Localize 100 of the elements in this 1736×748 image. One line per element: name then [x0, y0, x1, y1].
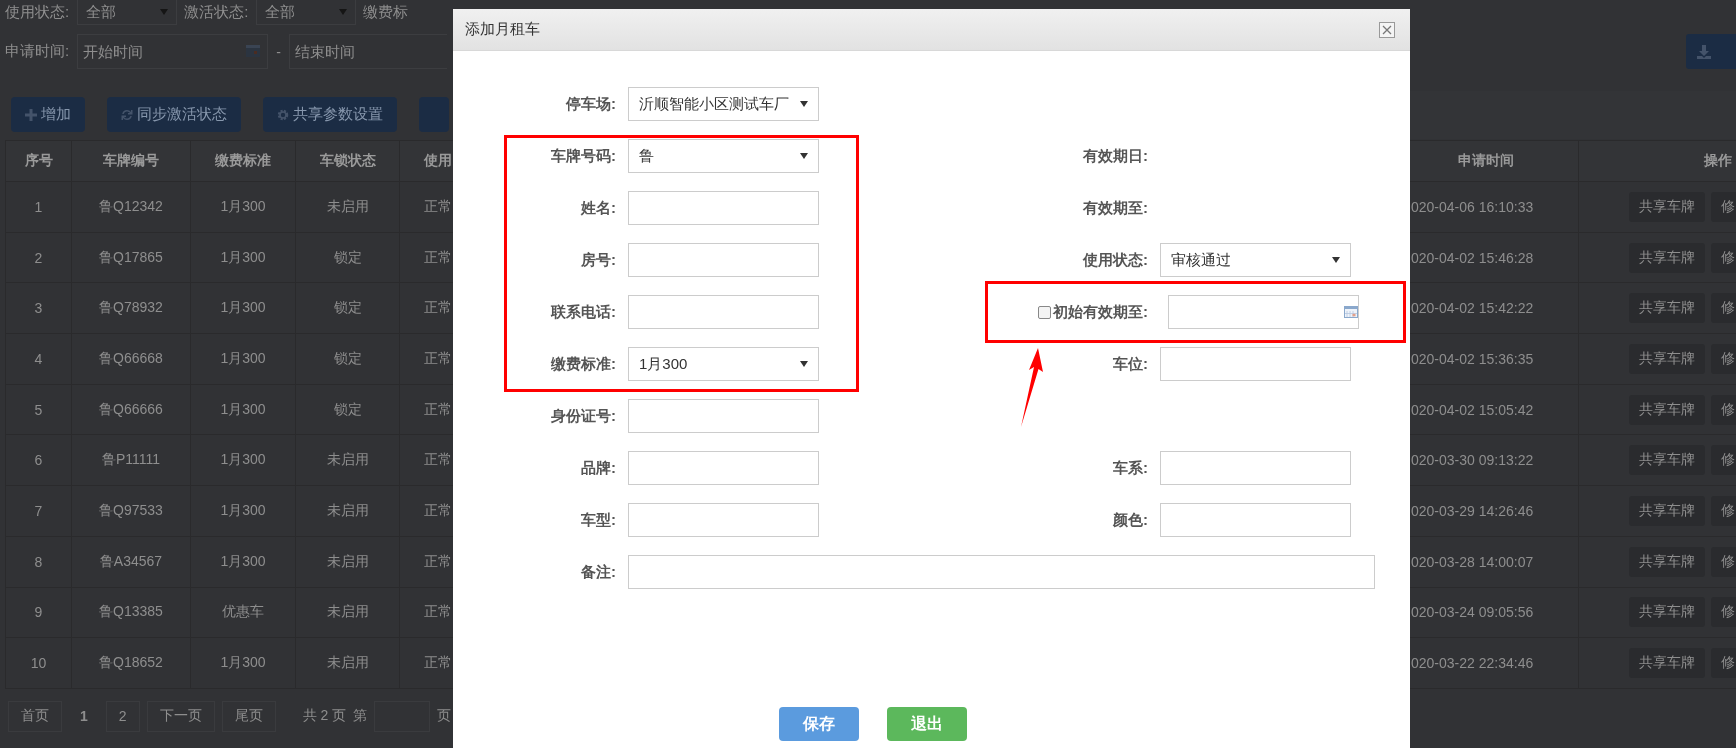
calendar-icon: [1344, 306, 1358, 318]
row-action-button[interactable]: 共享车牌: [1629, 546, 1705, 577]
table-cell: 1月300: [191, 486, 296, 536]
table-cell-text: 正常: [423, 247, 453, 267]
checkbox[interactable]: [1038, 305, 1051, 319]
filter-label: 缴费标: [362, 3, 410, 22]
table-cell: 鲁Q17865: [72, 232, 191, 283]
table-cell: 鲁A34567: [72, 536, 191, 587]
row-action-button[interactable]: 共享车牌: [1629, 445, 1705, 476]
refresh-icon: [121, 108, 133, 121]
table-cell: 鲁Q97533: [72, 486, 191, 536]
table-cell: 6: [6, 435, 72, 486]
page-button[interactable]: 1: [69, 700, 99, 732]
page-total: 共 2 页: [302, 707, 347, 726]
column-header: 操作: [1703, 151, 1733, 170]
row-action-button[interactable]: 修: [1711, 293, 1736, 324]
row-action-button[interactable]: 共享车牌: [1629, 293, 1705, 324]
row-action-button[interactable]: 修: [1711, 495, 1736, 526]
row-action-button[interactable]: 修: [1711, 445, 1736, 476]
notes-field[interactable]: [628, 555, 1375, 589]
table-cell-text: 正常: [423, 196, 453, 216]
column-header: 序号: [6, 141, 72, 181]
page-button[interactable]: 2: [105, 700, 140, 732]
caret-icon: [800, 361, 808, 367]
table-cell: 8: [6, 536, 72, 587]
field-label: 身份证号:: [551, 406, 616, 426]
row-action-button[interactable]: 共享车牌: [1629, 242, 1705, 273]
field-label: 房号:: [581, 250, 616, 270]
toolbar-button[interactable]: 增加: [11, 97, 85, 132]
table-cell: 优惠车: [191, 587, 296, 638]
export-button[interactable]: [1686, 34, 1736, 69]
table-cell: 1月300: [191, 232, 296, 283]
column-header: 车锁状态: [296, 141, 400, 181]
close-icon[interactable]: [1379, 21, 1395, 38]
text-field[interactable]: [1160, 451, 1351, 485]
table-cell: 4: [6, 334, 72, 384]
table-cell: 未启用: [296, 182, 400, 232]
filter-dropdown[interactable]: 全部: [77, 0, 178, 25]
dialog-button[interactable]: 保存: [779, 707, 859, 741]
row-action-button[interactable]: 修: [1711, 242, 1736, 273]
row-action-button[interactable]: 共享车牌: [1629, 191, 1705, 222]
dropdown[interactable]: 沂顺智能小区测试车厂: [628, 87, 819, 121]
table-cell: 鲁Q12342: [72, 182, 191, 232]
table-cell: 1: [6, 182, 72, 232]
caret-icon: [800, 101, 808, 107]
row-action-button[interactable]: 共享车牌: [1629, 648, 1705, 679]
table-cell-text: 正常: [423, 551, 453, 571]
table-cell-text: 正常: [423, 653, 453, 673]
field-label: 初始有效期至:: [1053, 302, 1148, 322]
text-field[interactable]: [628, 399, 819, 433]
filter-label: 使用状态:: [4, 3, 71, 22]
field-label: 车系:: [1113, 458, 1148, 478]
table-cell: 锁定: [296, 384, 400, 435]
start-date-field[interactable]: 开始时间: [77, 34, 269, 69]
toolbar-button[interactable]: 共享参数设置: [263, 97, 397, 132]
text-field[interactable]: [628, 243, 819, 277]
first-page-button[interactable]: 首页: [8, 700, 62, 732]
gear-icon: [277, 108, 289, 121]
caret-icon: [1332, 257, 1340, 263]
dropdown[interactable]: 审核通过: [1160, 243, 1351, 277]
range-separator: -: [276, 43, 281, 60]
field-label: 备注:: [581, 562, 616, 582]
date-field[interactable]: [1168, 295, 1359, 329]
text-field[interactable]: [1160, 347, 1351, 381]
field-label: 有效期日:: [1083, 146, 1148, 166]
table-cell: 9: [6, 587, 72, 638]
table-cell: 未启用: [296, 536, 400, 587]
table-cell: 1月300: [191, 638, 296, 688]
field-label: 使用状态:: [1083, 250, 1148, 270]
dialog-button[interactable]: 退出: [887, 707, 967, 741]
row-action-button[interactable]: 修: [1711, 394, 1736, 425]
end-date-field[interactable]: 结束时间: [288, 34, 447, 69]
filter-label: 申请时间:: [4, 42, 71, 61]
text-field[interactable]: [1160, 503, 1351, 537]
dropdown[interactable]: 鲁: [628, 139, 819, 173]
field-label: 姓名:: [581, 198, 616, 218]
row-action-button[interactable]: 共享车牌: [1629, 495, 1705, 526]
text-field[interactable]: [628, 451, 819, 485]
row-action-button[interactable]: 共享车牌: [1629, 597, 1705, 628]
row-action-button[interactable]: 修: [1711, 191, 1736, 222]
calendar-icon: [246, 45, 261, 57]
table-cell-text: 正常: [423, 348, 453, 368]
row-action-button[interactable]: 共享车牌: [1629, 394, 1705, 425]
row-action-button[interactable]: 修: [1711, 343, 1736, 374]
next-page-button[interactable]: 下一页: [146, 700, 215, 732]
dropdown[interactable]: 1月300: [628, 347, 819, 381]
text-field[interactable]: [628, 295, 819, 329]
row-action-button[interactable]: 共享车牌: [1629, 343, 1705, 374]
table-cell: 鲁Q66666: [72, 384, 191, 435]
last-page-button[interactable]: 尾页: [221, 700, 276, 732]
filter-dropdown[interactable]: 全部: [256, 0, 357, 25]
row-action-button[interactable]: 修: [1711, 597, 1736, 628]
row-action-button[interactable]: 修: [1711, 648, 1736, 679]
toolbar-button[interactable]: 同步激活状态: [107, 97, 241, 132]
goto-label: 页: [437, 707, 452, 726]
text-field[interactable]: [628, 191, 819, 225]
table-cell-text: 正常: [423, 450, 453, 470]
text-field[interactable]: [628, 503, 819, 537]
row-action-button[interactable]: 修: [1711, 546, 1736, 577]
field-label: 颜色:: [1113, 510, 1148, 530]
